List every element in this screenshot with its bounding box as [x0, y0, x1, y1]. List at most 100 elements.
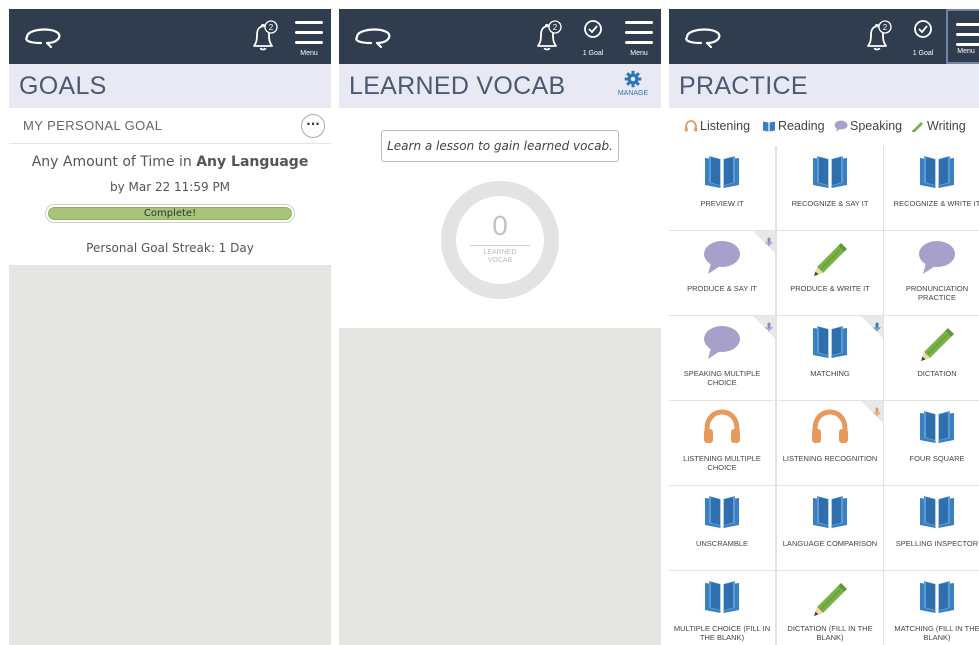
- learned-vocab-counter: 0 LEARNED VOCAB: [441, 181, 559, 299]
- book-icon: [705, 496, 739, 528]
- app-logo[interactable]: [351, 24, 395, 52]
- book-icon: [884, 154, 979, 194]
- book-icon: [763, 121, 775, 132]
- activity-label: MULTIPLE CHOICE (FILL IN THE BLANK): [673, 624, 771, 642]
- goal-label: 1 Goal: [582, 50, 604, 57]
- menu-button[interactable]: Menu: [617, 9, 661, 64]
- goal-status-button[interactable]: 1 Goal: [571, 9, 615, 64]
- activity-tile[interactable]: RECOGNIZE & SAY IT: [777, 146, 883, 230]
- learned-vocab-screen: 2 1 Goal Menu LEARNED VOCAB MANAGE Learn…: [339, 9, 661, 645]
- menu-button[interactable]: Menu: [946, 9, 979, 64]
- activity-label: SPELLING INSPECTOR: [895, 539, 979, 548]
- skill-label: Speaking: [850, 119, 903, 133]
- headphones-icon: [777, 409, 883, 449]
- notifications-button[interactable]: 2: [529, 9, 563, 64]
- goal-duration: Any Amount of Time: [31, 154, 175, 170]
- activity-tile[interactable]: MULTIPLE CHOICE (FILL IN THE BLANK): [669, 571, 775, 645]
- book-icon: [669, 494, 775, 534]
- activity-tile[interactable]: MATCHING (FILL IN THE BLANK): [884, 571, 979, 645]
- activity-label: DICTATION: [917, 369, 957, 378]
- speech-icon: [669, 239, 775, 279]
- notifications-button[interactable]: 2: [859, 9, 893, 64]
- activity-label: RECOGNIZE & SAY IT: [791, 199, 869, 208]
- activity-label: PRONUNCIATION PRACTICE: [905, 284, 969, 302]
- app-logo[interactable]: [21, 24, 65, 52]
- activity-tile[interactable]: PRODUCE & WRITE IT: [777, 231, 883, 315]
- book-icon: [705, 581, 739, 613]
- menu-button[interactable]: Menu: [287, 9, 331, 64]
- activity-label: MATCHING: [810, 369, 850, 378]
- book-icon: [813, 326, 847, 358]
- notification-count: 2: [269, 23, 274, 32]
- section-header: MY PERSONAL GOAL ···: [9, 108, 331, 144]
- goal-check-icon: [914, 20, 932, 38]
- counter-label-line1: LEARNED: [483, 249, 517, 256]
- activity-tile[interactable]: RECOGNIZE & WRITE IT: [884, 146, 979, 230]
- goal-progress-bar: Complete!: [45, 204, 295, 223]
- book-icon: [920, 411, 954, 443]
- activity-label: FOUR SQUARE: [909, 454, 965, 463]
- pencil-icon: [814, 243, 847, 276]
- manage-button[interactable]: MANAGE: [615, 70, 651, 97]
- counter-label-line2: VOCAB: [487, 257, 513, 264]
- goal-in-word: in: [179, 154, 192, 170]
- top-navigation-bar: 2 Menu: [9, 9, 331, 64]
- book-icon: [705, 156, 739, 188]
- skill-filter-reading[interactable]: Reading: [762, 119, 825, 133]
- activity-label: SPEAKING MULTIPLE CHOICE: [683, 369, 761, 387]
- book-icon: [669, 579, 775, 619]
- book-icon: [920, 496, 954, 528]
- activity-tile[interactable]: PREVIEW IT: [669, 146, 775, 230]
- book-icon: [669, 154, 775, 194]
- activity-tile[interactable]: DICTATION (FILL IN THE BLANK): [777, 571, 883, 645]
- skill-filter-bar: Listening Reading Speaking Writing: [669, 108, 979, 146]
- book-icon: [777, 494, 883, 534]
- more-options-button[interactable]: ···: [301, 114, 325, 138]
- activity-tile[interactable]: SPELLING INSPECTOR: [884, 486, 979, 570]
- skill-filter-speaking[interactable]: Speaking: [834, 119, 902, 133]
- book-icon: [813, 156, 847, 188]
- activity-tile[interactable]: DICTATION: [884, 316, 979, 400]
- activity-tile[interactable]: PRONUNCIATION PRACTICE: [884, 231, 979, 315]
- book-icon: [884, 409, 979, 449]
- skill-filter-listening[interactable]: Listening: [684, 119, 750, 133]
- page-title: LEARNED VOCAB: [349, 72, 566, 100]
- activity-tile[interactable]: MATCHING: [777, 316, 883, 400]
- activity-tile[interactable]: FOUR SQUARE: [884, 401, 979, 485]
- activity-tile[interactable]: PRODUCE & SAY IT: [669, 231, 775, 315]
- headphones-icon: [684, 120, 698, 132]
- activity-tile[interactable]: SPEAKING MULTIPLE CHOICE: [669, 316, 775, 400]
- app-logo[interactable]: [681, 24, 725, 52]
- speech-icon: [669, 324, 775, 364]
- goals-screen: 2 Menu GOALS MY PERSONAL GOAL ··· Any Am…: [9, 9, 331, 645]
- practice-screen: 2 1 Goal Menu PRACTICE Listening Reading…: [669, 9, 979, 645]
- notification-count: 2: [883, 23, 888, 32]
- book-icon: [920, 581, 954, 613]
- pencil-icon: [777, 239, 883, 279]
- notifications-button[interactable]: 2: [245, 9, 279, 64]
- activity-label: LISTENING MULTIPLE CHOICE: [683, 454, 761, 472]
- activity-tile[interactable]: LISTENING MULTIPLE CHOICE: [669, 401, 775, 485]
- activity-tile[interactable]: LANGUAGE COMPARISON: [777, 486, 883, 570]
- vocab-panel: Learn a lesson to gain learned vocab. 0 …: [339, 108, 661, 328]
- book-icon: [884, 579, 979, 619]
- activity-label: MATCHING (FILL IN THE BLANK): [894, 624, 979, 642]
- goal-status-button[interactable]: 1 Goal: [901, 9, 945, 64]
- notification-count: 2: [553, 23, 558, 32]
- hamburger-menu-icon: [295, 21, 323, 44]
- book-icon: [777, 324, 883, 364]
- activity-tile[interactable]: UNSCRAMBLE: [669, 486, 775, 570]
- section-title: MY PERSONAL GOAL: [23, 118, 163, 133]
- activity-tile[interactable]: LISTENING RECOGNITION: [777, 401, 883, 485]
- menu-label: Menu: [630, 50, 648, 57]
- pencil-icon: [912, 122, 923, 132]
- top-navigation-bar: 2 1 Goal Menu: [339, 9, 661, 64]
- manage-label: MANAGE: [617, 90, 649, 97]
- activity-label: RECOGNIZE & WRITE IT: [893, 199, 979, 208]
- goal-check-icon: [584, 20, 602, 38]
- menu-label: Menu: [957, 48, 975, 55]
- page-title-bar: LEARNED VOCAB MANAGE: [339, 64, 661, 108]
- skill-filter-writing[interactable]: Writing: [911, 119, 966, 133]
- activity-label: PRODUCE & SAY IT: [687, 284, 757, 293]
- pencil-icon: [921, 328, 954, 361]
